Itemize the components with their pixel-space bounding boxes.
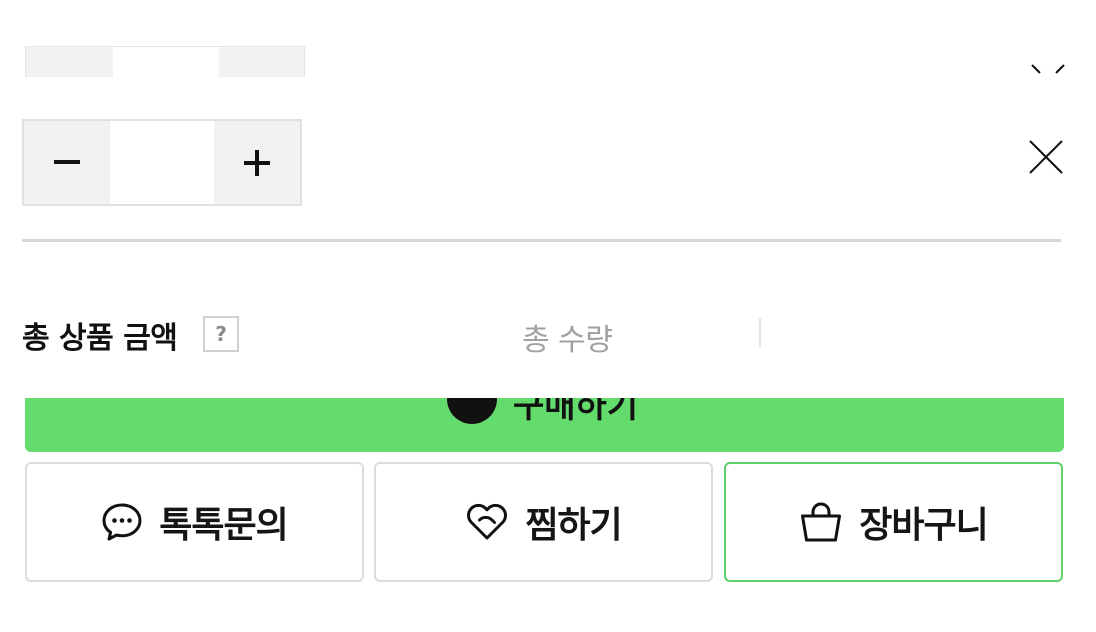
quantity-input[interactable]	[110, 121, 214, 204]
heart-icon	[465, 502, 509, 542]
minus-icon	[54, 159, 80, 164]
summary-separator	[759, 318, 761, 348]
talk-inquiry-label: 톡톡문의	[159, 505, 288, 546]
shopping-bag-icon	[799, 501, 843, 543]
chevron-down-icon[interactable]	[1030, 62, 1066, 76]
total-price-label: 총 상품 금액	[22, 321, 178, 356]
talk-inquiry-button[interactable]: 톡톡문의	[25, 462, 364, 582]
chat-bubble-icon	[101, 502, 143, 542]
section-divider	[22, 239, 1061, 242]
wishlist-label: 찜하기	[525, 505, 622, 546]
remove-option-button[interactable]	[1026, 137, 1066, 177]
price-help-button[interactable]: ?	[203, 316, 239, 352]
quantity-stepper	[22, 119, 302, 206]
increment-button[interactable]	[214, 121, 300, 204]
wishlist-button[interactable]: 찜하기	[374, 462, 713, 582]
add-to-cart-label: 장바구니	[859, 505, 988, 546]
plus-icon	[244, 149, 270, 176]
decrement-button[interactable]	[24, 121, 110, 204]
close-icon	[1029, 140, 1063, 174]
add-to-cart-button[interactable]: 장바구니	[724, 462, 1063, 582]
product-purchase-panel: 구매하기 총 상품 금액 ? 총 수량 톡톡문의 찜하기 장바구니	[0, 0, 1096, 632]
previous-quantity-stepper	[25, 46, 305, 77]
total-quantity-label: 총 수량	[522, 323, 613, 358]
